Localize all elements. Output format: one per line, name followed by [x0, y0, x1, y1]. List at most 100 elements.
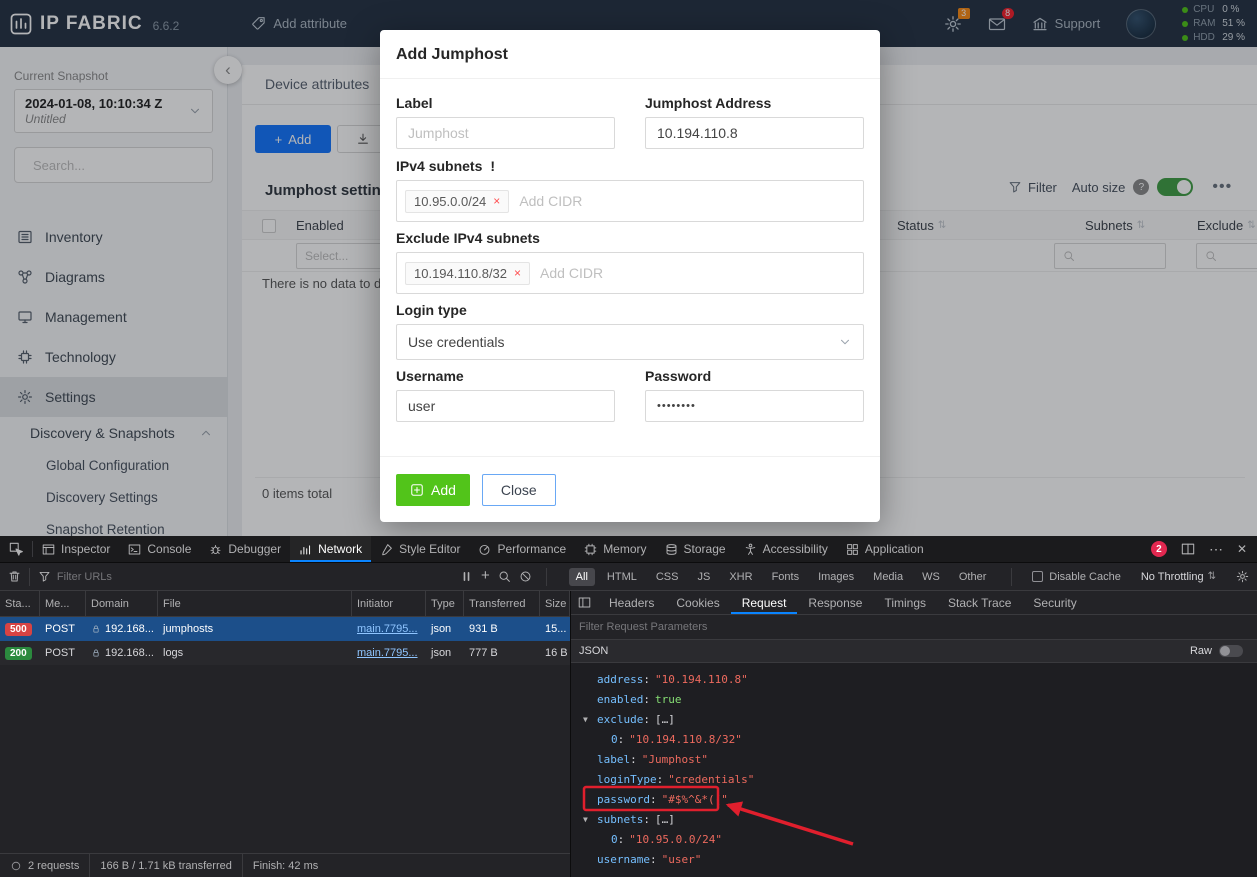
login-type-select[interactable]: Use credentials [396, 324, 864, 360]
json-tree: address:"10.194.110.8"enabled:true▼exclu… [571, 663, 1257, 877]
request-filter-js[interactable]: JS [690, 568, 717, 586]
request-filter-fonts[interactable]: Fonts [765, 568, 807, 586]
devtools-tab-application[interactable]: Application [837, 536, 933, 562]
username-input[interactable] [396, 390, 615, 422]
transferred-cell: 931 B [464, 623, 540, 635]
devtools-tab-memory[interactable]: Memory [575, 536, 655, 562]
expander-icon[interactable]: ▼ [583, 715, 588, 724]
raw-toggle[interactable] [1219, 645, 1243, 657]
devtools-tab-console[interactable]: Console [119, 536, 200, 562]
net-column-size[interactable]: Size [540, 591, 570, 616]
network-statusbar: 2 requests 166 B / 1.71 kB transferred F… [0, 853, 570, 877]
raw-label: Raw [1190, 645, 1212, 657]
initiator-link[interactable]: main.7795... [357, 623, 418, 635]
request-filter-html[interactable]: HTML [600, 568, 644, 586]
net-column-domain[interactable]: Domain [86, 591, 158, 616]
json-colon: : [650, 793, 657, 806]
details-tab-cookies[interactable]: Cookies [665, 591, 730, 614]
initiator-link[interactable]: main.7795... [357, 647, 418, 659]
json-colon: : [657, 773, 664, 786]
devtools-tab-network[interactable]: Network [290, 536, 371, 562]
memory-icon [584, 543, 597, 556]
search-icon[interactable] [498, 570, 511, 583]
request-filter-xhr[interactable]: XHR [722, 568, 759, 586]
network-toolbar: + All HTML CSSJS XHR FontsImages Media WS Other… [0, 563, 1257, 591]
request-filter-images[interactable]: Images [811, 568, 861, 586]
expander-icon[interactable]: ▼ [583, 815, 588, 824]
net-column-transferred[interactable]: Transferred [464, 591, 540, 616]
filter-urls-input[interactable] [57, 571, 452, 583]
pause-icon[interactable] [460, 570, 473, 583]
requests-status-icon [10, 860, 22, 872]
request-filter-ws[interactable]: WS [915, 568, 947, 586]
devtools-tab-storage[interactable]: Storage [656, 536, 735, 562]
details-tab-request[interactable]: Request [731, 591, 798, 614]
devtools-menu-icon[interactable]: ⋯ [1209, 541, 1223, 558]
devtools-tab-debugger[interactable]: Debugger [200, 536, 290, 562]
json-key: enabled [597, 693, 643, 706]
save-plus-icon [410, 483, 424, 497]
details-tab-list: HeadersCookiesRequestResponseTimingsStac… [598, 591, 1088, 614]
clear-requests-icon[interactable] [8, 570, 21, 583]
json-tree-row: loginType:"credentials" [571, 769, 1257, 789]
updown-icon: ⇅ [1208, 571, 1216, 582]
net-column-type[interactable]: Type [426, 591, 464, 616]
details-tab-stack-trace[interactable]: Stack Trace [937, 591, 1022, 614]
json-key: address [597, 673, 643, 686]
modal-add-button[interactable]: Add [396, 474, 470, 506]
devtools-close-icon[interactable]: ✕ [1237, 542, 1247, 556]
subnets-multiselect[interactable]: 10.95.0.0/24 × Add CIDR [396, 180, 864, 222]
details-tab-timings[interactable]: Timings [873, 591, 937, 614]
exclude-tag-value: 10.194.110.8/32 [414, 266, 507, 281]
request-filter-all[interactable]: All [569, 568, 595, 586]
details-tab-security[interactable]: Security [1022, 591, 1087, 614]
split-console-icon[interactable] [1181, 542, 1195, 556]
request-row[interactable]: 500POST192.168...jumphostsmain.7795...js… [0, 617, 570, 641]
devtools-tab-accessibility[interactable]: Accessibility [735, 536, 837, 562]
network-settings-gear-icon[interactable] [1236, 570, 1249, 583]
json-tree-row: address:"10.194.110.8" [571, 669, 1257, 689]
devtools-tab-inspector[interactable]: Inspector [33, 536, 119, 562]
new-request-icon[interactable]: + [481, 568, 490, 583]
devtools-tab-performance[interactable]: Performance [469, 536, 575, 562]
json-colon: : [650, 853, 657, 866]
performance-icon [478, 543, 491, 556]
block-icon[interactable] [519, 570, 532, 583]
jumphost-address-input[interactable] [645, 117, 864, 149]
disable-cache-checkbox[interactable]: Disable Cache [1032, 571, 1121, 583]
remove-tag-icon[interactable]: × [514, 267, 521, 279]
net-column-file[interactable]: File [158, 591, 352, 616]
requests-count: 2 requests [28, 860, 79, 872]
json-value: true [655, 693, 682, 706]
exclude-field-label: Exclude IPv4 subnets [396, 230, 864, 246]
net-column-sta[interactable]: Sta... [0, 591, 40, 616]
modal-close-button[interactable]: Close [482, 474, 556, 506]
throttling-select[interactable]: No Throttling ⇅ [1141, 571, 1216, 583]
net-column-me[interactable]: Me... [40, 591, 86, 616]
label-input[interactable] [396, 117, 615, 149]
panel-toggle-icon[interactable] [571, 591, 598, 614]
details-filter-row [571, 615, 1257, 640]
devtools-tab-label: Storage [684, 542, 726, 556]
details-tab-response[interactable]: Response [797, 591, 873, 614]
error-count-badge[interactable]: 2 [1151, 541, 1167, 557]
request-row[interactable]: 200POST192.168...logsmain.7795...json777… [0, 641, 570, 665]
devtools-tab-style-editor[interactable]: Style Editor [371, 536, 469, 562]
request-filter-css[interactable]: CSS [649, 568, 686, 586]
filter-urls-box[interactable] [38, 570, 452, 583]
pick-element-icon[interactable] [0, 536, 32, 562]
subnet-tag: 10.95.0.0/24 × [405, 190, 509, 213]
filter-request-parameters-input[interactable] [579, 621, 1249, 633]
accessibility-icon [744, 543, 757, 556]
request-filter-media[interactable]: Media [866, 568, 910, 586]
password-input[interactable] [645, 390, 864, 422]
net-column-initiator[interactable]: Initiator [352, 591, 426, 616]
transferred-summary: 166 B / 1.71 kB transferred [90, 854, 242, 877]
request-filter-other[interactable]: Other [952, 568, 994, 586]
exclude-multiselect[interactable]: 10.194.110.8/32 × Add CIDR [396, 252, 864, 294]
details-tab-headers[interactable]: Headers [598, 591, 665, 614]
lock-icon [91, 624, 101, 634]
subnet-tag-value: 10.95.0.0/24 [414, 194, 486, 209]
remove-tag-icon[interactable]: × [493, 195, 500, 207]
devtools-tab-label: Application [865, 542, 924, 556]
